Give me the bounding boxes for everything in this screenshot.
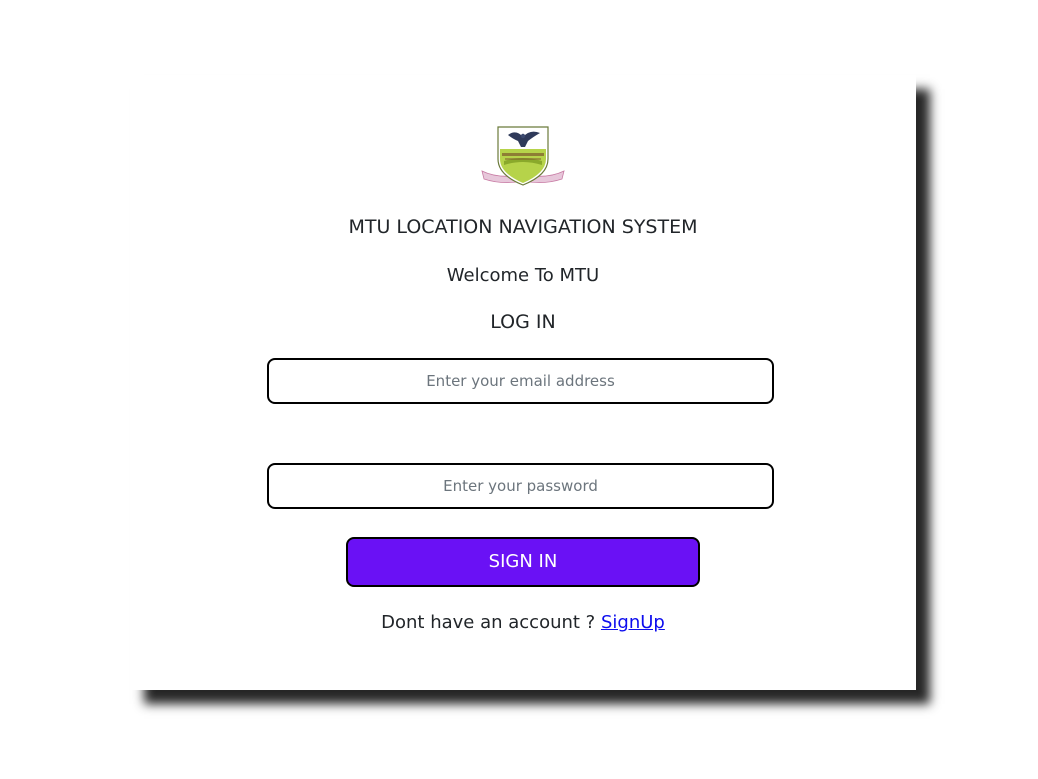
sign-in-button[interactable]: SIGN IN xyxy=(346,537,700,587)
crest-icon xyxy=(481,126,565,186)
university-logo xyxy=(478,125,568,189)
email-input[interactable] xyxy=(267,358,774,404)
password-input[interactable] xyxy=(267,463,774,509)
signup-prompt-text: Dont have an account ? xyxy=(381,612,596,633)
signup-link[interactable]: SignUp xyxy=(601,612,665,633)
welcome-heading: Welcome To MTU xyxy=(446,265,600,286)
login-card: MTU LOCATION NAVIGATION SYSTEM Welcome T… xyxy=(130,75,916,690)
signup-prompt-row: Dont have an account ? SignUp xyxy=(130,612,916,633)
login-heading: LOG IN xyxy=(490,311,556,333)
page-title: MTU LOCATION NAVIGATION SYSTEM xyxy=(348,216,698,238)
